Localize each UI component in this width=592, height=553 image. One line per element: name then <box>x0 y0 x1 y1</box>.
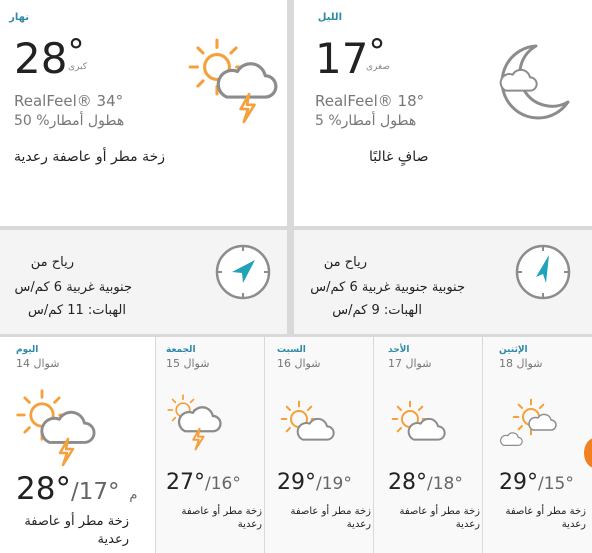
night-wind-panel: رياح من جنوبية جنوبية غربية 6 كم/س الهبا… <box>294 230 592 334</box>
night-wind-direction: جنوبية جنوبية غربية 6 كم/س <box>310 280 465 295</box>
high-temp: 29° <box>499 470 538 495</box>
day-wind-title: رياح من <box>30 255 74 270</box>
low-temp: /18° <box>427 474 463 494</box>
sun-cloud-thunder-icon <box>14 387 100 467</box>
moon-cloud-icon <box>490 40 572 122</box>
sun-cloud-thunder-icon <box>166 393 226 453</box>
night-temp-value: 17 <box>315 34 369 83</box>
day-temps: 28°/17° م <box>16 471 137 507</box>
night-precipitation: 5 %هطول أمطار <box>315 113 417 129</box>
day-date: شوال 15 <box>166 357 210 370</box>
low-temp: /17° <box>70 479 120 505</box>
day-wind-panel: رياح من جنوبية غربية 6 كم/س الهبات: 11 ك… <box>0 230 287 334</box>
day-date: شوال 16 <box>277 357 321 370</box>
day-phrase: زخة مطر أو عاصفة رعدية <box>290 506 371 530</box>
night-wind-title: رياح من <box>323 255 367 270</box>
night-forecast-panel: الليل 17° صغرى RealFeel® 18° 5 %هطول أمط… <box>294 0 592 226</box>
day-phrase: زخة مطر أو عاصفة رعدية <box>505 506 586 530</box>
sun-clouds-icon <box>497 397 559 449</box>
day-phrase: زخة مطر أو عاصفة رعدية <box>24 514 129 547</box>
day-date: شوال 18 <box>499 357 543 370</box>
sun-cloud-icon <box>279 399 337 447</box>
day-wind-direction: جنوبية غربية 6 كم/س <box>14 280 132 295</box>
temp-unit: م <box>129 488 138 503</box>
low-temp: /15° <box>538 474 574 494</box>
day-realfeel: RealFeel® 34° <box>14 92 124 110</box>
day-phrase: زخة مطر أو عاصفة رعدية <box>399 506 480 530</box>
low-temp: /19° <box>316 474 352 494</box>
high-temp: 29° <box>277 470 316 495</box>
day-name: الأحد <box>388 345 410 355</box>
day-name: السبت <box>277 345 306 355</box>
day-wind-gust: الهبات: 11 كم/س <box>28 303 126 318</box>
compass-icon <box>214 243 272 305</box>
day-temp-value: 28 <box>14 34 68 83</box>
day-temps: 28°/18° <box>388 470 463 495</box>
day-temps: 29°/19° <box>277 470 352 495</box>
night-temperature: 17° <box>315 32 385 83</box>
night-title: الليل <box>317 12 342 23</box>
day-hi-lo-label: كبرى <box>68 62 88 72</box>
day-name: الجمعة <box>166 345 196 355</box>
day-forecast-panel: نهار 28° كبرى RealFeel® 34° 50 %هطول أمط… <box>0 0 287 226</box>
night-wind-gust: الهبات: 9 كم/س <box>332 303 422 318</box>
day-temps: 27°/16° <box>166 470 241 495</box>
day-temps: 29°/15° <box>499 470 574 495</box>
low-temp: /16° <box>205 474 241 494</box>
day-date: شوال 17 <box>388 357 432 370</box>
day-title: نهار <box>9 12 29 23</box>
day-name: الإثنين <box>499 345 528 355</box>
sun-cloud-icon <box>390 399 448 447</box>
compass-icon <box>514 243 572 305</box>
daily-card-monday[interactable]: الإثنين شوال 18 29°/15° زخة مطر أو عاصفة… <box>483 337 592 553</box>
day-phrase: زخة مطر أو عاصفة رعدية <box>14 149 166 165</box>
high-temp: 28° <box>16 471 71 507</box>
night-realfeel: RealFeel® 18° <box>315 92 425 110</box>
day-temperature: 28° <box>14 32 84 83</box>
high-temp: 28° <box>388 470 427 495</box>
sun-cloud-thunder-icon <box>186 36 282 126</box>
day-precipitation: 50 %هطول أمطار <box>14 113 125 129</box>
night-hi-lo-label: صغرى <box>366 62 390 72</box>
day-date: شوال 14 <box>16 357 60 370</box>
day-name: اليوم <box>16 345 39 355</box>
day-phrase: زخة مطر أو عاصفة رعدية <box>181 506 262 530</box>
high-temp: 27° <box>166 470 205 495</box>
night-phrase: صافٍ غالبًا <box>369 149 429 165</box>
daily-card-today[interactable]: اليوم شوال 14 28°/17° م زخة مطر أو عاصفة… <box>0 337 155 553</box>
daily-card-friday[interactable]: الجمعة شوال 15 27°/16° زخة مطر أو عاصفة … <box>156 337 264 553</box>
daily-card-saturday[interactable]: السبت شوال 16 29°/19° زخة مطر أو عاصفة ر… <box>265 337 373 553</box>
daily-card-sunday[interactable]: الأحد شوال 17 28°/18° زخة مطر أو عاصفة ر… <box>374 337 482 553</box>
